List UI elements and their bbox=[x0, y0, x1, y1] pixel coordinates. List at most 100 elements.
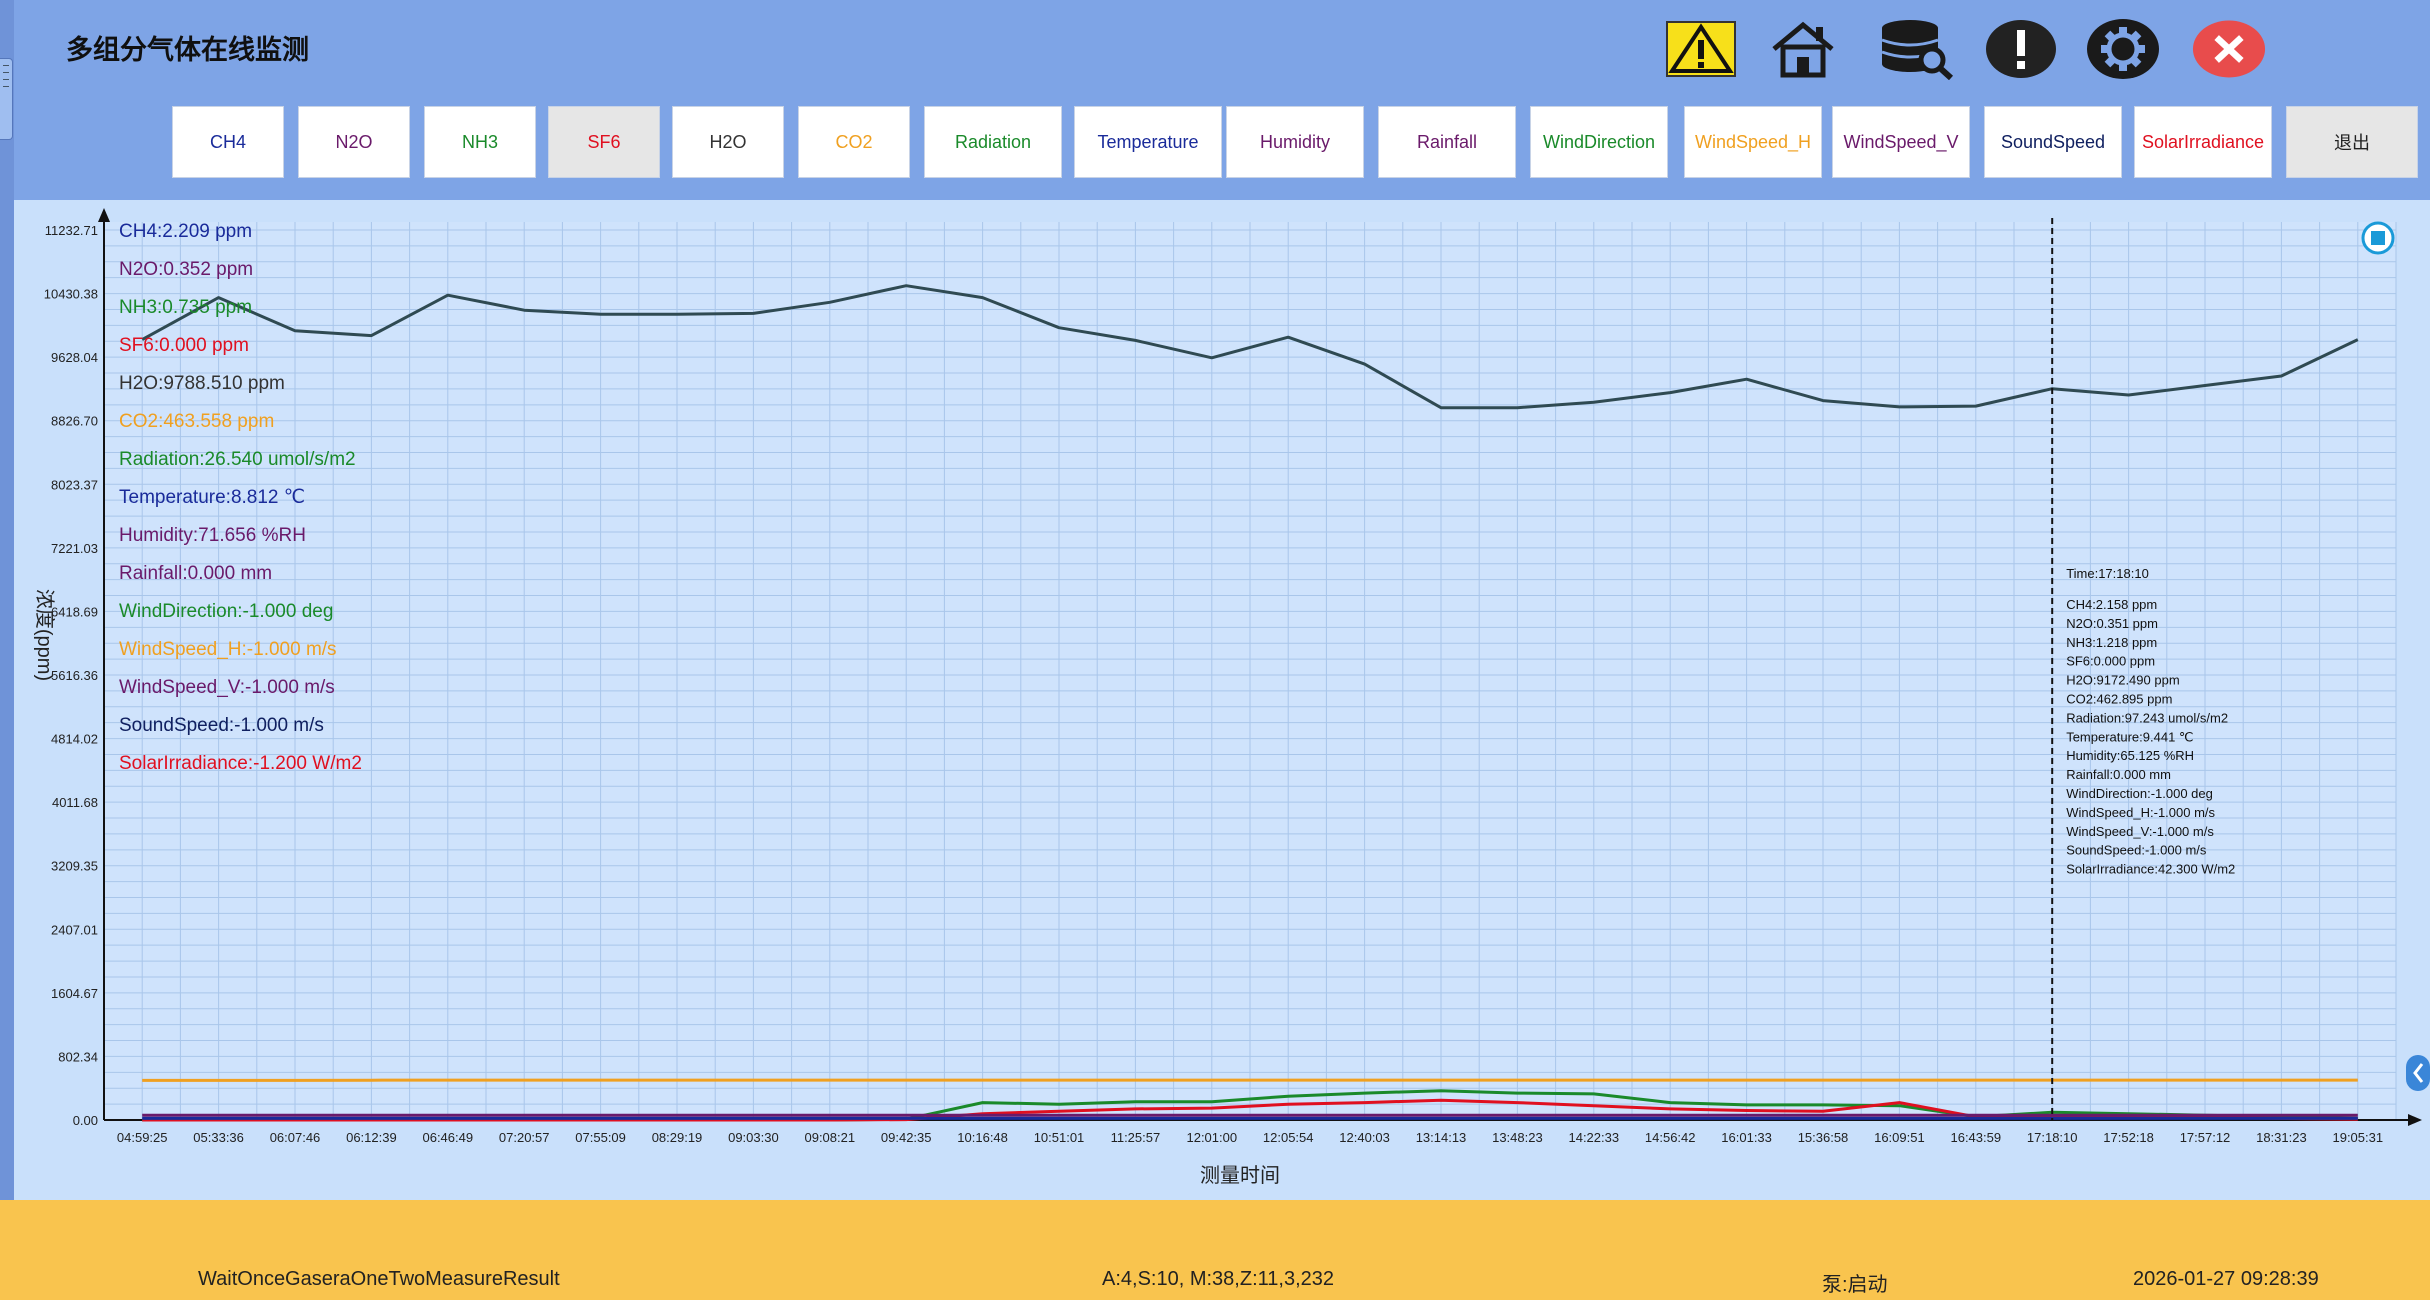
x-tick-label: 12:40:03 bbox=[1339, 1130, 1390, 1145]
status-bar: WaitOnceGaseraOneTwoMeasureResult A:4,S:… bbox=[0, 1200, 2430, 1300]
y-tick-label: 2407.01 bbox=[51, 922, 98, 937]
side-drawer-handle[interactable] bbox=[0, 58, 13, 140]
x-tick-label: 05:33:36 bbox=[193, 1130, 244, 1145]
tab-radiation[interactable]: Radiation bbox=[924, 106, 1062, 178]
exit-button[interactable]: 退出 bbox=[2286, 106, 2418, 178]
legend-item: WindDirection:-1.000 deg bbox=[119, 601, 333, 622]
legend-item: Humidity:71.656 %RH bbox=[119, 525, 306, 546]
legend-item: CH4:2.209 ppm bbox=[119, 221, 252, 242]
x-tick-label: 14:56:42 bbox=[1645, 1130, 1696, 1145]
y-tick-label: 5616.36 bbox=[51, 668, 98, 683]
x-tick-label: 09:08:21 bbox=[804, 1130, 855, 1145]
x-tick-label: 17:57:12 bbox=[2180, 1130, 2231, 1145]
tab-sf6[interactable]: SF6 bbox=[548, 106, 660, 178]
tab-windspeed-v[interactable]: WindSpeed_V bbox=[1832, 106, 1970, 178]
x-tick-label: 12:05:54 bbox=[1263, 1130, 1314, 1145]
y-tick-label: 802.34 bbox=[58, 1049, 98, 1064]
x-tick-label: 14:22:33 bbox=[1568, 1130, 1619, 1145]
x-tick-label: 07:20:57 bbox=[499, 1130, 550, 1145]
y-tick-label: 8826.70 bbox=[51, 414, 98, 429]
tab-windspeed-h[interactable]: WindSpeed_H bbox=[1684, 106, 1822, 178]
header-bar: 多组分气体在线监测 CH4 N2O NH3 SF6 H2O CO2 Radiation Tem… bbox=[14, 0, 2430, 200]
tab-ch4[interactable]: CH4 bbox=[172, 106, 284, 178]
y-tick-label: 7221.03 bbox=[51, 541, 98, 556]
y-tick-label: 6418.69 bbox=[51, 604, 98, 619]
y-tick-label: 4011.68 bbox=[52, 795, 98, 810]
x-tick-label: 10:51:01 bbox=[1034, 1130, 1085, 1145]
tooltip-line: H2O:9172.490 ppm bbox=[2066, 673, 2179, 688]
tooltip-line: WindSpeed_V:-1.000 m/s bbox=[2066, 824, 2214, 839]
tooltip-line: SoundSpeed:-1.000 m/s bbox=[2066, 843, 2207, 858]
y-axis-label: 浓度(ppm) bbox=[33, 589, 56, 681]
panel-collapse-handle[interactable] bbox=[2406, 1055, 2430, 1091]
legend-item: Rainfall:0.000 mm bbox=[119, 563, 272, 584]
tab-winddirection[interactable]: WindDirection bbox=[1530, 106, 1668, 178]
tab-nh3[interactable]: NH3 bbox=[424, 106, 536, 178]
tooltip-line: SF6:0.000 ppm bbox=[2066, 654, 2155, 669]
x-axis-arrow bbox=[2408, 1114, 2422, 1126]
warning-icon[interactable] bbox=[1664, 18, 1738, 80]
x-tick-label: 13:48:23 bbox=[1492, 1130, 1543, 1145]
x-tick-label: 06:07:46 bbox=[270, 1130, 321, 1145]
tab-soundspeed[interactable]: SoundSpeed bbox=[1984, 106, 2122, 178]
legend-item: WindSpeed_H:-1.000 m/s bbox=[119, 639, 337, 660]
legend-item: NH3:0.735 ppm bbox=[119, 297, 252, 318]
legend-item: Radiation:26.540 umol/s/m2 bbox=[119, 449, 356, 470]
status-datetime: 2026-01-27 09:28:39 bbox=[2133, 1268, 2319, 1290]
close-icon[interactable] bbox=[2192, 18, 2266, 80]
x-tick-label: 18:31:23 bbox=[2256, 1130, 2307, 1145]
tooltip-time: Time:17:18:10 bbox=[2066, 566, 2149, 581]
x-tick-label: 19:05:31 bbox=[2332, 1130, 2383, 1145]
tooltip-line: WindSpeed_H:-1.000 m/s bbox=[2066, 805, 2215, 820]
y-axis-arrow bbox=[98, 208, 110, 222]
tab-co2[interactable]: CO2 bbox=[798, 106, 910, 178]
x-tick-label: 06:12:39 bbox=[346, 1130, 397, 1145]
status-message: WaitOnceGaseraOneTwoMeasureResult bbox=[198, 1268, 560, 1290]
app-title: 多组分气体在线监测 bbox=[66, 35, 309, 66]
tab-humidity[interactable]: Humidity bbox=[1226, 106, 1364, 178]
tooltip-line: SolarIrradiance:42.300 W/m2 bbox=[2066, 862, 2235, 877]
x-axis-label: 测量时间 bbox=[1200, 1164, 1280, 1187]
pump-status: 泵:启动 bbox=[1822, 1274, 1888, 1296]
legend-item: SoundSpeed:-1.000 m/s bbox=[119, 715, 324, 736]
tooltip-line: CH4:2.158 ppm bbox=[2066, 597, 2157, 612]
y-tick-label: 3209.35 bbox=[51, 859, 98, 874]
tooltip-line: NH3:1.218 ppm bbox=[2066, 635, 2157, 650]
tooltip-line: N2O:0.351 ppm bbox=[2066, 616, 2158, 631]
database-search-icon[interactable] bbox=[1880, 18, 1954, 80]
x-tick-label: 11:25:57 bbox=[1111, 1130, 1161, 1145]
tab-rainfall[interactable]: Rainfall bbox=[1378, 106, 1516, 178]
x-tick-label: 17:18:10 bbox=[2027, 1130, 2078, 1145]
x-tick-label: 16:43:59 bbox=[1950, 1130, 2001, 1145]
tooltip-line: CO2:462.895 ppm bbox=[2066, 692, 2172, 707]
x-tick-label: 04:59:25 bbox=[117, 1130, 168, 1145]
stop-record-button[interactable] bbox=[2361, 221, 2395, 255]
y-tick-label: 1604.67 bbox=[51, 986, 98, 1001]
home-icon[interactable] bbox=[1766, 18, 1840, 80]
x-tick-label: 08:29:19 bbox=[652, 1130, 703, 1145]
y-tick-label: 11232.71 bbox=[45, 223, 98, 238]
tab-h2o[interactable]: H2O bbox=[672, 106, 784, 178]
tab-solarirradiance[interactable]: SolarIrradiance bbox=[2134, 106, 2272, 178]
status-params: A:4,S:10, M:38,Z:11,3,232 bbox=[1102, 1268, 1334, 1290]
settings-icon[interactable] bbox=[2086, 18, 2160, 80]
chart-area: 0.00 802.34 1604.67 2407.01 3209.35 4011.68 48… bbox=[14, 200, 2430, 1200]
x-tick-label: 09:42:35 bbox=[881, 1130, 932, 1145]
legend-item: WindSpeed_V:-1.000 m/s bbox=[119, 677, 335, 698]
x-tick-label: 13:14:13 bbox=[1416, 1130, 1467, 1145]
y-tick-label: 4814.02 bbox=[51, 732, 98, 747]
tooltip-line: WindDirection:-1.000 deg bbox=[2066, 786, 2213, 801]
tooltip-line: Temperature:9.441 ℃ bbox=[2066, 729, 2193, 744]
y-tick-label: 8023.37 bbox=[51, 477, 98, 492]
y-tick-label: 10430.38 bbox=[44, 287, 98, 302]
concentration-line-chart[interactable]: 0.00 802.34 1604.67 2407.01 3209.35 4011.68 48… bbox=[14, 200, 2430, 1200]
tooltip-line: Humidity:65.125 %RH bbox=[2066, 748, 2194, 763]
legend-item: CO2:463.558 ppm bbox=[119, 411, 274, 432]
legend-item: SF6:0.000 ppm bbox=[119, 335, 249, 356]
x-tick-label: 09:03:30 bbox=[728, 1130, 779, 1145]
alert-icon[interactable] bbox=[1984, 18, 2058, 80]
left-edge-strip bbox=[0, 0, 14, 1300]
tab-n2o[interactable]: N2O bbox=[298, 106, 410, 178]
tab-temperature[interactable]: Temperature bbox=[1074, 106, 1222, 178]
x-tick-label: 17:52:18 bbox=[2103, 1130, 2154, 1145]
